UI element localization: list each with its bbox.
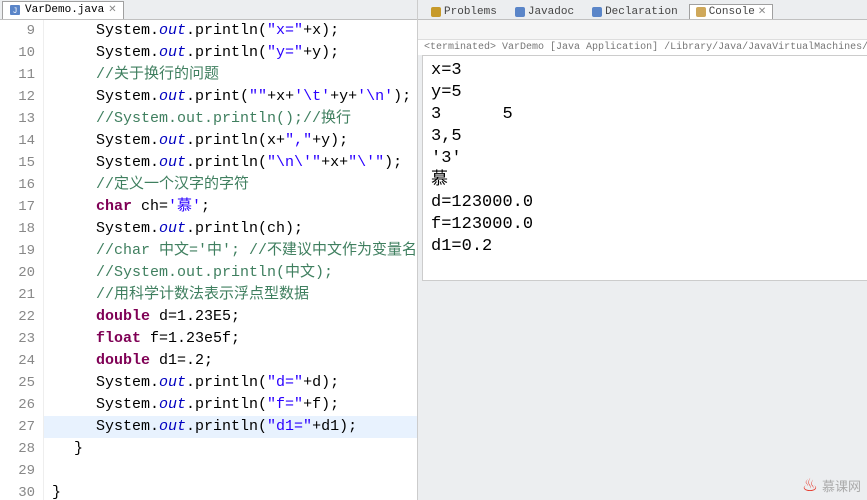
tab-javadoc[interactable]: Javadoc: [508, 4, 581, 19]
tab-label: Console: [709, 6, 755, 18]
code-line[interactable]: float f=1.23e5f;: [44, 328, 417, 350]
code-line[interactable]: }: [44, 482, 417, 500]
tab-console[interactable]: Console ✕: [689, 4, 774, 19]
code-line[interactable]: //System.out.println(中文);: [44, 262, 417, 284]
line-number: 17: [0, 196, 35, 218]
code-line[interactable]: double d1=.2;: [44, 350, 417, 372]
close-icon[interactable]: ✕: [108, 4, 116, 16]
line-number: 24: [0, 350, 35, 372]
tab-problems[interactable]: Problems: [424, 4, 504, 19]
right-pane: Problems Javadoc Declaration Console ✕ <ter…: [418, 0, 867, 500]
tab-label: Problems: [444, 6, 497, 18]
code-area[interactable]: 9101112131415161718192021222324252627282…: [0, 20, 417, 500]
code-lines[interactable]: System.out.println("x="+x);System.out.pr…: [44, 20, 417, 500]
code-line[interactable]: }: [44, 438, 417, 460]
tab-label: Declaration: [605, 6, 678, 18]
line-number: 14: [0, 130, 35, 152]
editor-tab-label: VarDemo.java: [25, 4, 104, 16]
line-number: 26: [0, 394, 35, 416]
brand-label: 慕课网: [822, 476, 861, 495]
editor-pane: J VarDemo.java ✕ 91011121314151617181920…: [0, 0, 418, 500]
line-number: 20: [0, 262, 35, 284]
code-line[interactable]: //System.out.println();//换行: [44, 108, 417, 130]
svg-text:J: J: [13, 7, 18, 16]
line-number: 19: [0, 240, 35, 262]
code-line[interactable]: System.out.println("y="+y);: [44, 42, 417, 64]
console-icon: [696, 7, 706, 17]
code-line[interactable]: System.out.println("x="+x);: [44, 20, 417, 42]
line-number: 30: [0, 482, 35, 500]
line-number: 9: [0, 20, 35, 42]
declaration-icon: [592, 7, 602, 17]
tab-declaration[interactable]: Declaration: [585, 4, 685, 19]
line-number: 29: [0, 460, 35, 482]
close-icon[interactable]: ✕: [758, 6, 766, 18]
brand-badge: ♨ 慕课网: [802, 475, 861, 496]
code-line[interactable]: //char 中文='中'; //不建议中文作为变量名: [44, 240, 417, 262]
line-number: 13: [0, 108, 35, 130]
code-line[interactable]: System.out.println("d1="+d1);: [44, 416, 417, 438]
line-number: 28: [0, 438, 35, 460]
line-number: 10: [0, 42, 35, 64]
code-line[interactable]: System.out.println("\n\'"+x+"\'");: [44, 152, 417, 174]
console-status: <terminated> VarDemo [Java Application] …: [418, 40, 867, 55]
code-line[interactable]: //关于换行的问题: [44, 64, 417, 86]
code-line[interactable]: System.out.println(x+","+y);: [44, 130, 417, 152]
line-number: 27: [0, 416, 35, 438]
javadoc-icon: [515, 7, 525, 17]
console-output[interactable]: x=3 y=5 3 5 3,5 '3' 慕 d=123000.0 f=12300…: [422, 55, 867, 281]
line-number: 23: [0, 328, 35, 350]
code-line[interactable]: //定义一个汉字的字符: [44, 174, 417, 196]
console-toolbar: [418, 20, 867, 40]
code-line[interactable]: System.out.println("f="+f);: [44, 394, 417, 416]
line-number: 25: [0, 372, 35, 394]
line-number: 15: [0, 152, 35, 174]
code-line[interactable]: System.out.print(""+x+'\t'+y+'\n');: [44, 86, 417, 108]
view-tabbar: Problems Javadoc Declaration Console ✕: [418, 0, 867, 20]
line-number: 12: [0, 86, 35, 108]
editor-tab-vardemo[interactable]: J VarDemo.java ✕: [2, 1, 124, 19]
editor-tabbar: J VarDemo.java ✕: [0, 0, 417, 20]
code-line[interactable]: char ch='慕';: [44, 196, 417, 218]
line-gutter: 9101112131415161718192021222324252627282…: [0, 20, 44, 500]
flame-icon: ♨: [802, 475, 818, 496]
tab-label: Javadoc: [528, 6, 574, 18]
code-line[interactable]: System.out.println(ch);: [44, 218, 417, 240]
code-line[interactable]: System.out.println("d="+d);: [44, 372, 417, 394]
problems-icon: [431, 7, 441, 17]
line-number: 21: [0, 284, 35, 306]
line-number: 16: [0, 174, 35, 196]
java-file-icon: J: [9, 4, 21, 16]
code-line[interactable]: double d=1.23E5;: [44, 306, 417, 328]
code-line[interactable]: [44, 460, 417, 482]
line-number: 18: [0, 218, 35, 240]
code-line[interactable]: //用科学计数法表示浮点型数据: [44, 284, 417, 306]
line-number: 11: [0, 64, 35, 86]
line-number: 22: [0, 306, 35, 328]
